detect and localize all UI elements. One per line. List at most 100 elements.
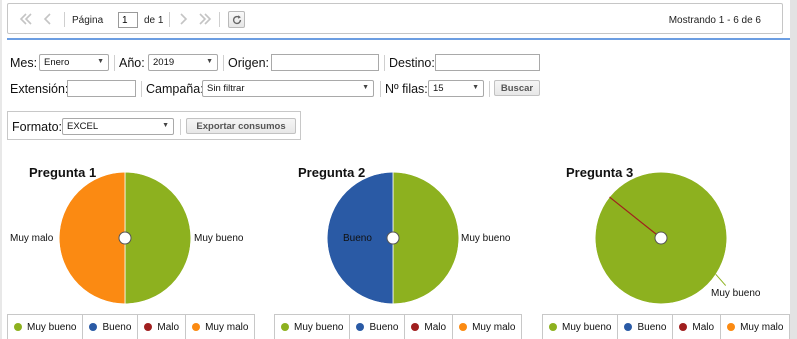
- legend-dot-icon: [356, 323, 365, 331]
- legend-item[interactable]: Muy bueno: [8, 315, 84, 339]
- legend-item[interactable]: Bueno: [83, 315, 139, 339]
- legend-label: Bueno: [102, 321, 132, 333]
- destino-label: Destino:: [389, 56, 435, 70]
- legend-item[interactable]: Muy malo: [453, 315, 521, 339]
- field-separator: [180, 119, 181, 135]
- chevron-down-icon: ▼: [206, 58, 213, 65]
- legend-dot-icon: [459, 323, 468, 331]
- chart-legend: Muy bueno Bueno Malo Muy malo: [7, 314, 256, 339]
- chart-legend: Muy bueno Bueno Malo Muy malo: [274, 314, 523, 339]
- legend-label: Muy bueno: [27, 321, 77, 333]
- field-separator: [223, 55, 224, 71]
- field-separator: [141, 81, 142, 97]
- legend-item[interactable]: Muy malo: [186, 315, 254, 339]
- legend-label: Malo: [424, 321, 447, 333]
- legend-dot-icon: [679, 323, 688, 331]
- pie-label-muy-malo: Muy malo: [10, 233, 54, 244]
- mes-select-value: Enero: [44, 57, 70, 68]
- chevron-down-icon: ▼: [97, 58, 104, 65]
- refresh-button[interactable]: [228, 11, 245, 28]
- legend-dot-icon: [281, 323, 289, 331]
- anio-label: Año:: [119, 56, 145, 70]
- first-page-icon[interactable]: [17, 10, 35, 28]
- anio-select[interactable]: 2019 ▼: [148, 54, 218, 71]
- showing-records-label: Mostrando 1 - 6 de 6: [668, 15, 761, 26]
- pie-label-muy-bueno: Muy bueno: [711, 288, 761, 299]
- chevron-down-icon: ▼: [362, 84, 369, 91]
- legend-label: Muy malo: [472, 321, 516, 333]
- chevron-down-icon: ▼: [472, 84, 479, 91]
- origen-input[interactable]: [271, 54, 379, 71]
- last-page-icon[interactable]: [196, 10, 214, 28]
- field-separator: [489, 81, 490, 97]
- toolbar-separator: [169, 12, 170, 27]
- legend-label: Bueno: [369, 321, 399, 333]
- mes-select[interactable]: Enero ▼: [39, 54, 109, 71]
- buscar-button[interactable]: Buscar: [494, 80, 540, 96]
- mes-label: Mes:: [10, 56, 38, 70]
- legend-label: Malo: [157, 321, 180, 333]
- anio-select-value: 2019: [153, 57, 175, 68]
- legend-dot-icon: [727, 323, 736, 331]
- pagination-toolbar: Página de 1 Mostrando 1 - 6 de 6: [7, 3, 783, 34]
- legend-label: Muy bueno: [562, 321, 612, 333]
- legend-item[interactable]: Muy malo: [721, 315, 789, 339]
- page-label: Página: [72, 15, 104, 26]
- legend-item[interactable]: Bueno: [618, 315, 674, 339]
- legend-item[interactable]: Malo: [673, 315, 722, 339]
- export-consumos-button[interactable]: Exportar consumos: [186, 118, 296, 134]
- legend-item[interactable]: Malo: [405, 315, 454, 339]
- chart-legend: Muy bueno Bueno Malo Muy malo: [542, 314, 791, 339]
- pie-chart[interactable]: [56, 169, 194, 307]
- window-left-border: [0, 0, 2, 339]
- nfilas-select[interactable]: 15 ▼: [428, 80, 484, 97]
- extension-label: Extensión:: [10, 82, 69, 96]
- pie-center-hole: [654, 231, 668, 245]
- nfilas-label: Nº filas:: [385, 82, 428, 96]
- formato-select[interactable]: EXCEL ▼: [62, 118, 174, 135]
- label-leader-line: [715, 273, 727, 286]
- legend-label: Muy malo: [205, 321, 249, 333]
- toolbar-divider: [7, 38, 790, 40]
- legend-dot-icon: [549, 323, 557, 331]
- toolbar-separator: [64, 12, 65, 27]
- legend-item[interactable]: Bueno: [350, 315, 406, 339]
- destino-input[interactable]: [435, 54, 540, 71]
- legend-dot-icon: [14, 323, 22, 331]
- pie-chart[interactable]: [592, 169, 730, 307]
- legend-label: Bueno: [637, 321, 667, 333]
- legend-item[interactable]: Muy bueno: [543, 315, 619, 339]
- legend-item[interactable]: Muy bueno: [275, 315, 351, 339]
- legend-dot-icon: [624, 323, 633, 331]
- origen-label: Origen:: [228, 56, 269, 70]
- page-number-input[interactable]: [118, 12, 138, 28]
- nfilas-select-value: 15: [433, 83, 444, 94]
- page-count-label: de 1: [144, 15, 164, 26]
- campana-select[interactable]: Sin filtrar ▼: [202, 80, 374, 97]
- campana-select-value: Sin filtrar: [207, 83, 245, 94]
- next-page-icon[interactable]: [174, 10, 192, 28]
- field-separator: [384, 55, 385, 71]
- legend-dot-icon: [411, 323, 420, 331]
- legend-label: Muy bueno: [294, 321, 344, 333]
- refresh-icon: [232, 14, 241, 24]
- pie-label-muy-bueno: Muy bueno: [461, 233, 511, 244]
- window-scrollbar-track[interactable]: [790, 0, 797, 339]
- pie-label-muy-bueno: Muy bueno: [194, 233, 244, 244]
- legend-dot-icon: [89, 323, 98, 331]
- chevron-down-icon: ▼: [162, 122, 169, 129]
- extension-input[interactable]: [67, 80, 136, 97]
- previous-page-icon[interactable]: [39, 10, 57, 28]
- field-separator: [114, 55, 115, 71]
- export-panel: Formato: EXCEL ▼ Exportar consumos: [7, 111, 301, 140]
- pie-center-hole: [386, 231, 400, 245]
- formato-select-value: EXCEL: [67, 121, 99, 132]
- pie-slice-muy-bueno[interactable]: [124, 171, 192, 305]
- field-separator: [380, 81, 381, 97]
- legend-dot-icon: [192, 323, 201, 331]
- legend-item[interactable]: Malo: [138, 315, 187, 339]
- pie-slice-muy-malo[interactable]: [58, 171, 126, 305]
- legend-dot-icon: [144, 323, 153, 331]
- pie-slice-muy-bueno[interactable]: [392, 171, 460, 305]
- campana-label: Campaña:: [146, 82, 204, 96]
